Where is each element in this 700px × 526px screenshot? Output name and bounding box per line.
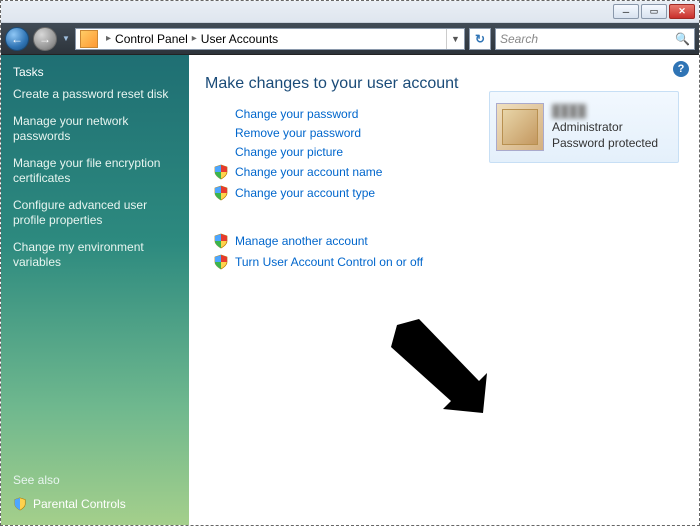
link-change-account-type[interactable]: Change your account type — [235, 186, 375, 200]
user-password-status: Password protected — [552, 135, 658, 151]
link-turn-uac-on-off[interactable]: Turn User Account Control on or off — [235, 255, 423, 269]
shield-icon — [213, 185, 229, 201]
link-manage-another-account[interactable]: Manage another account — [235, 234, 368, 248]
shield-icon — [213, 254, 229, 270]
task-encryption-certificates[interactable]: Manage your file encryption certificates — [13, 156, 177, 186]
help-button[interactable]: ? — [673, 61, 689, 77]
link-row: Change your account type — [213, 185, 679, 201]
spacer — [213, 206, 679, 228]
link-remove-password[interactable]: Remove your password — [235, 126, 361, 140]
link-change-password[interactable]: Change your password — [235, 107, 358, 121]
task-advanced-profile[interactable]: Configure advanced user profile properti… — [13, 198, 177, 228]
link-row: Turn User Account Control on or off — [213, 254, 679, 270]
breadcrumb-user-accounts[interactable]: User Accounts — [201, 32, 278, 46]
search-input[interactable]: Search 🔍 — [495, 28, 695, 50]
content-panel: ? Make changes to your user account Chan… — [189, 55, 699, 525]
user-accounts-icon — [80, 30, 98, 48]
titlebar: ─ ▭ ✕ — [1, 1, 699, 23]
link-row: Manage another account — [213, 233, 679, 249]
task-network-passwords[interactable]: Manage your network passwords — [13, 114, 177, 144]
breadcrumb-control-panel[interactable]: Control Panel — [115, 32, 188, 46]
close-icon: ✕ — [678, 6, 686, 17]
shield-icon — [13, 497, 27, 511]
nav-back-button[interactable]: ← — [5, 27, 29, 51]
shield-icon — [213, 164, 229, 180]
breadcrumb-separator: ▸ — [106, 33, 111, 44]
see-also-link-label: Parental Controls — [33, 497, 126, 511]
refresh-icon: ↻ — [475, 32, 485, 46]
close-button[interactable]: ✕ — [669, 4, 695, 19]
link-change-picture[interactable]: Change your picture — [235, 145, 343, 159]
address-dropdown[interactable]: ▼ — [446, 29, 464, 49]
maximize-icon: ▭ — [650, 6, 659, 17]
link-change-account-name[interactable]: Change your account name — [235, 165, 382, 179]
help-icon: ? — [678, 63, 685, 75]
address-bar[interactable]: ▸ Control Panel ▸ User Accounts ▼ — [75, 28, 465, 50]
user-summary-card: ████ Administrator Password protected — [489, 91, 679, 163]
arrow-left-icon: ← — [11, 32, 23, 46]
search-placeholder: Search — [500, 32, 538, 46]
navigation-bar: ← → ▼ ▸ Control Panel ▸ User Accounts ▼ … — [1, 23, 699, 55]
user-role: Administrator — [552, 119, 658, 135]
nav-forward-button[interactable]: → — [33, 27, 57, 51]
arrow-right-icon: → — [39, 32, 51, 46]
minimize-icon: ─ — [623, 7, 629, 17]
refresh-button[interactable]: ↻ — [469, 28, 491, 50]
see-also-header: See also — [13, 453, 177, 487]
user-info: ████ Administrator Password protected — [552, 103, 658, 152]
maximize-button[interactable]: ▭ — [641, 4, 667, 19]
tasks-header: Tasks — [13, 65, 177, 79]
see-also-parental-controls[interactable]: Parental Controls — [13, 497, 177, 511]
task-environment-variables[interactable]: Change my environment variables — [13, 240, 177, 270]
user-picture[interactable] — [496, 103, 544, 151]
user-name: ████ — [552, 103, 658, 119]
link-row: Change your account name — [213, 164, 679, 180]
breadcrumb-separator: ▸ — [192, 33, 197, 44]
task-password-reset-disk[interactable]: Create a password reset disk — [13, 87, 177, 102]
control-panel-window: ─ ▭ ✕ ← → ▼ ▸ Control Panel ▸ User Accou… — [0, 0, 700, 526]
search-icon: 🔍 — [675, 32, 690, 46]
minimize-button[interactable]: ─ — [613, 4, 639, 19]
window-body: Tasks Create a password reset disk Manag… — [1, 55, 699, 525]
shield-icon — [213, 233, 229, 249]
nav-history-dropdown[interactable]: ▼ — [61, 27, 71, 51]
tasks-sidebar: Tasks Create a password reset disk Manag… — [1, 55, 189, 525]
user-picture-image — [502, 109, 538, 145]
